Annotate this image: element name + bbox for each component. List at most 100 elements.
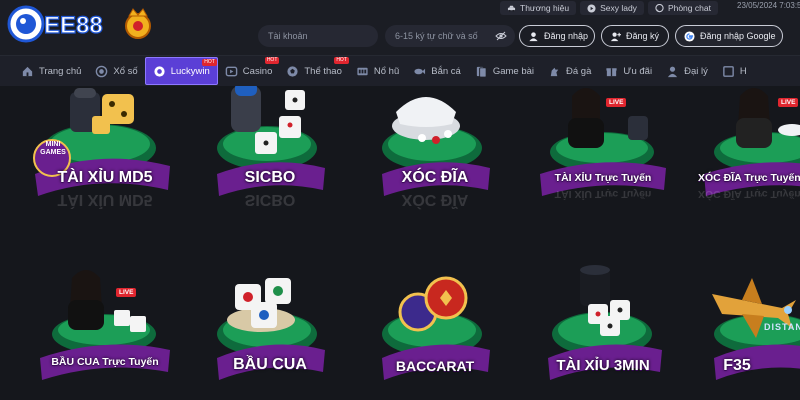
game-label: XÓC ĐĨA Trực Tuyến: [698, 172, 800, 184]
nav-item-no-hu[interactable]: Nổ hũ: [349, 56, 406, 86]
chat-icon: [655, 3, 664, 13]
nav-label: Đại lý: [684, 65, 708, 77]
game-card-bau-cua-truc-tuyen[interactable]: LIVE BẦU CUA Trực Tuyến: [30, 264, 180, 382]
top-bar: EE88 Thương hiệu Sexy lady Phòng chat 23…: [0, 0, 800, 56]
game-grid: TÀI XỈU MD5 TÀI XỈU MD5 MINI GAMES SICBO…: [0, 86, 800, 400]
game-label: XÓC ĐĨA: [401, 169, 469, 186]
game-label: BẦU CUA Trực Tuyến: [51, 356, 159, 368]
nav-item-dai-ly[interactable]: Đại lý: [659, 56, 715, 86]
live-badge: LIVE: [116, 288, 137, 297]
nav-item-trang-chu[interactable]: Trang chủ: [14, 56, 88, 86]
game-label: TÀI XỈU 3MIN: [556, 357, 650, 374]
password-field[interactable]: [385, 25, 515, 47]
game-card-bau-cua[interactable]: BẦU CUA: [195, 264, 345, 382]
datetime: 23/05/2024 7:03:5: [737, 1, 800, 10]
live-dealer-illustration: [540, 88, 666, 196]
register-label: Đăng ký: [626, 31, 660, 41]
nav-label: Đá gà: [566, 65, 592, 77]
nav-label: Bắn cá: [431, 65, 461, 77]
game-label: TÀI XỈU MD5: [57, 169, 153, 186]
game-label-reflection: XÓC ĐĨA: [401, 191, 469, 208]
distance-badge: DISTAN: [764, 322, 800, 332]
hot-badge: HOT: [264, 57, 280, 64]
google-icon: [684, 30, 695, 42]
nav-label: Nổ hũ: [373, 65, 400, 77]
nav-item-xo-so[interactable]: Xổ số: [88, 56, 144, 86]
brand-logo[interactable]: EE88: [6, 4, 156, 44]
top-link-thuong-hieu[interactable]: Thương hiệu: [500, 1, 577, 15]
live-badge: LIVE: [606, 98, 627, 107]
nav-item-uu-dai[interactable]: Ưu đãi: [598, 56, 659, 86]
game-label: TÀI XỈU Trực Tuyến: [554, 172, 652, 184]
nav-item-da-ga[interactable]: Đá gà: [541, 56, 598, 86]
top-link-label: Thương hiệu: [520, 3, 570, 13]
game-label: BACCARAT: [395, 358, 475, 374]
hot-badge: HOT: [334, 57, 349, 64]
sports-icon: [286, 65, 299, 78]
nav-label: Trang chủ: [39, 65, 82, 77]
nav-item-casino[interactable]: Casino HOT: [218, 56, 280, 86]
add-user-icon: [610, 31, 621, 42]
rooster-icon: [548, 65, 561, 78]
nav-item-game-bai[interactable]: Game bài: [468, 56, 541, 86]
top-link-label: Phòng chat: [667, 3, 711, 13]
ee88-logo-icon: EE88: [7, 5, 151, 43]
lottery-icon: [95, 65, 108, 78]
nav-label: Xổ số: [113, 65, 138, 77]
game-card-xoc-dia-truc-tuyen[interactable]: LIVE XÓC ĐĨA Trực Tuyến XÓC ĐĨA Trực Tuy…: [692, 86, 800, 204]
nav-label: Ưu đãi: [623, 65, 653, 77]
nav-item-the-thao[interactable]: Thể thao HOT: [279, 56, 349, 86]
slot-icon: [356, 65, 369, 78]
casino-icon: [225, 65, 238, 78]
nav-label: Casino: [242, 65, 273, 77]
mini-games-badge: MINI GAMES: [40, 141, 66, 156]
home-icon: [21, 65, 34, 78]
live-badge: LIVE: [778, 98, 799, 107]
play-circle-icon: [587, 3, 596, 13]
game-label: BẦU CUA: [233, 356, 307, 373]
eye-slash-icon[interactable]: [495, 31, 507, 41]
nav-item-ban-ca[interactable]: Bắn cá: [406, 56, 468, 86]
top-link-phong-chat[interactable]: Phòng chat: [647, 1, 718, 15]
fish-icon: [413, 65, 426, 78]
nav-label: Game bài: [492, 65, 534, 77]
luckywin-icon: [153, 65, 166, 78]
nav-label: Luckywin: [170, 65, 210, 77]
game-card-sicbo[interactable]: SICBO SICBO: [195, 86, 345, 208]
more-icon: [722, 65, 735, 78]
top-links: Thương hiệu Sexy lady Phòng chat: [500, 0, 722, 16]
top-link-label: Sexy lady: [600, 3, 637, 13]
username-field[interactable]: [258, 25, 378, 47]
gift-icon: [605, 65, 618, 78]
nav-label: H: [739, 65, 747, 77]
car-icon: [507, 4, 516, 13]
login-button[interactable]: Đăng nhập: [519, 25, 595, 47]
game-label-reflection: TÀI XỈU MD5: [57, 191, 153, 208]
register-button[interactable]: Đăng ký: [601, 25, 669, 47]
game-card-tai-xiu-md5[interactable]: TÀI XỈU MD5 TÀI XỈU MD5 MINI GAMES: [30, 86, 180, 208]
nav-item-more[interactable]: H: [715, 56, 754, 86]
game-card-baccarat[interactable]: BACCARAT: [360, 264, 510, 382]
game-card-tai-xiu-truc-tuyen[interactable]: LIVE TÀI XỈU Trực Tuyến TÀI XỈU Trực Tuy…: [528, 86, 678, 204]
google-login-button[interactable]: Đăng nhập Google: [675, 25, 783, 47]
cards-icon: [475, 65, 488, 78]
game-label: F35: [723, 357, 751, 374]
game-card-tai-xiu-3min[interactable]: TÀI XỈU 3MIN: [528, 264, 678, 382]
main-nav: Trang chủ Xổ số Luckywin HOT Casino HOT …: [0, 56, 800, 86]
user-icon: [528, 31, 539, 42]
game-card-f35[interactable]: DISTAN F35: [692, 264, 800, 382]
hot-badge: HOT: [202, 59, 217, 66]
username-input[interactable]: [268, 31, 378, 41]
nav-item-luckywin[interactable]: Luckywin HOT: [144, 57, 218, 85]
top-link-sexy-lady[interactable]: Sexy lady: [580, 1, 644, 15]
google-login-label: Đăng nhập Google: [700, 31, 776, 41]
nav-label: Thể thao: [304, 65, 342, 77]
game-label-reflection: TÀI XỈU Trực Tuyến: [554, 188, 652, 200]
agent-icon: [666, 65, 679, 78]
game-label-reflection: SICBO: [244, 191, 296, 208]
game-label: SICBO: [244, 169, 296, 186]
game-card-xoc-dia[interactable]: XÓC ĐĨA XÓC ĐĨA: [360, 86, 510, 208]
svg-text:EE88: EE88: [44, 12, 103, 39]
login-label: Đăng nhập: [544, 31, 589, 41]
game-label-reflection: XÓC ĐĨA Trực Tuyến: [698, 188, 800, 200]
